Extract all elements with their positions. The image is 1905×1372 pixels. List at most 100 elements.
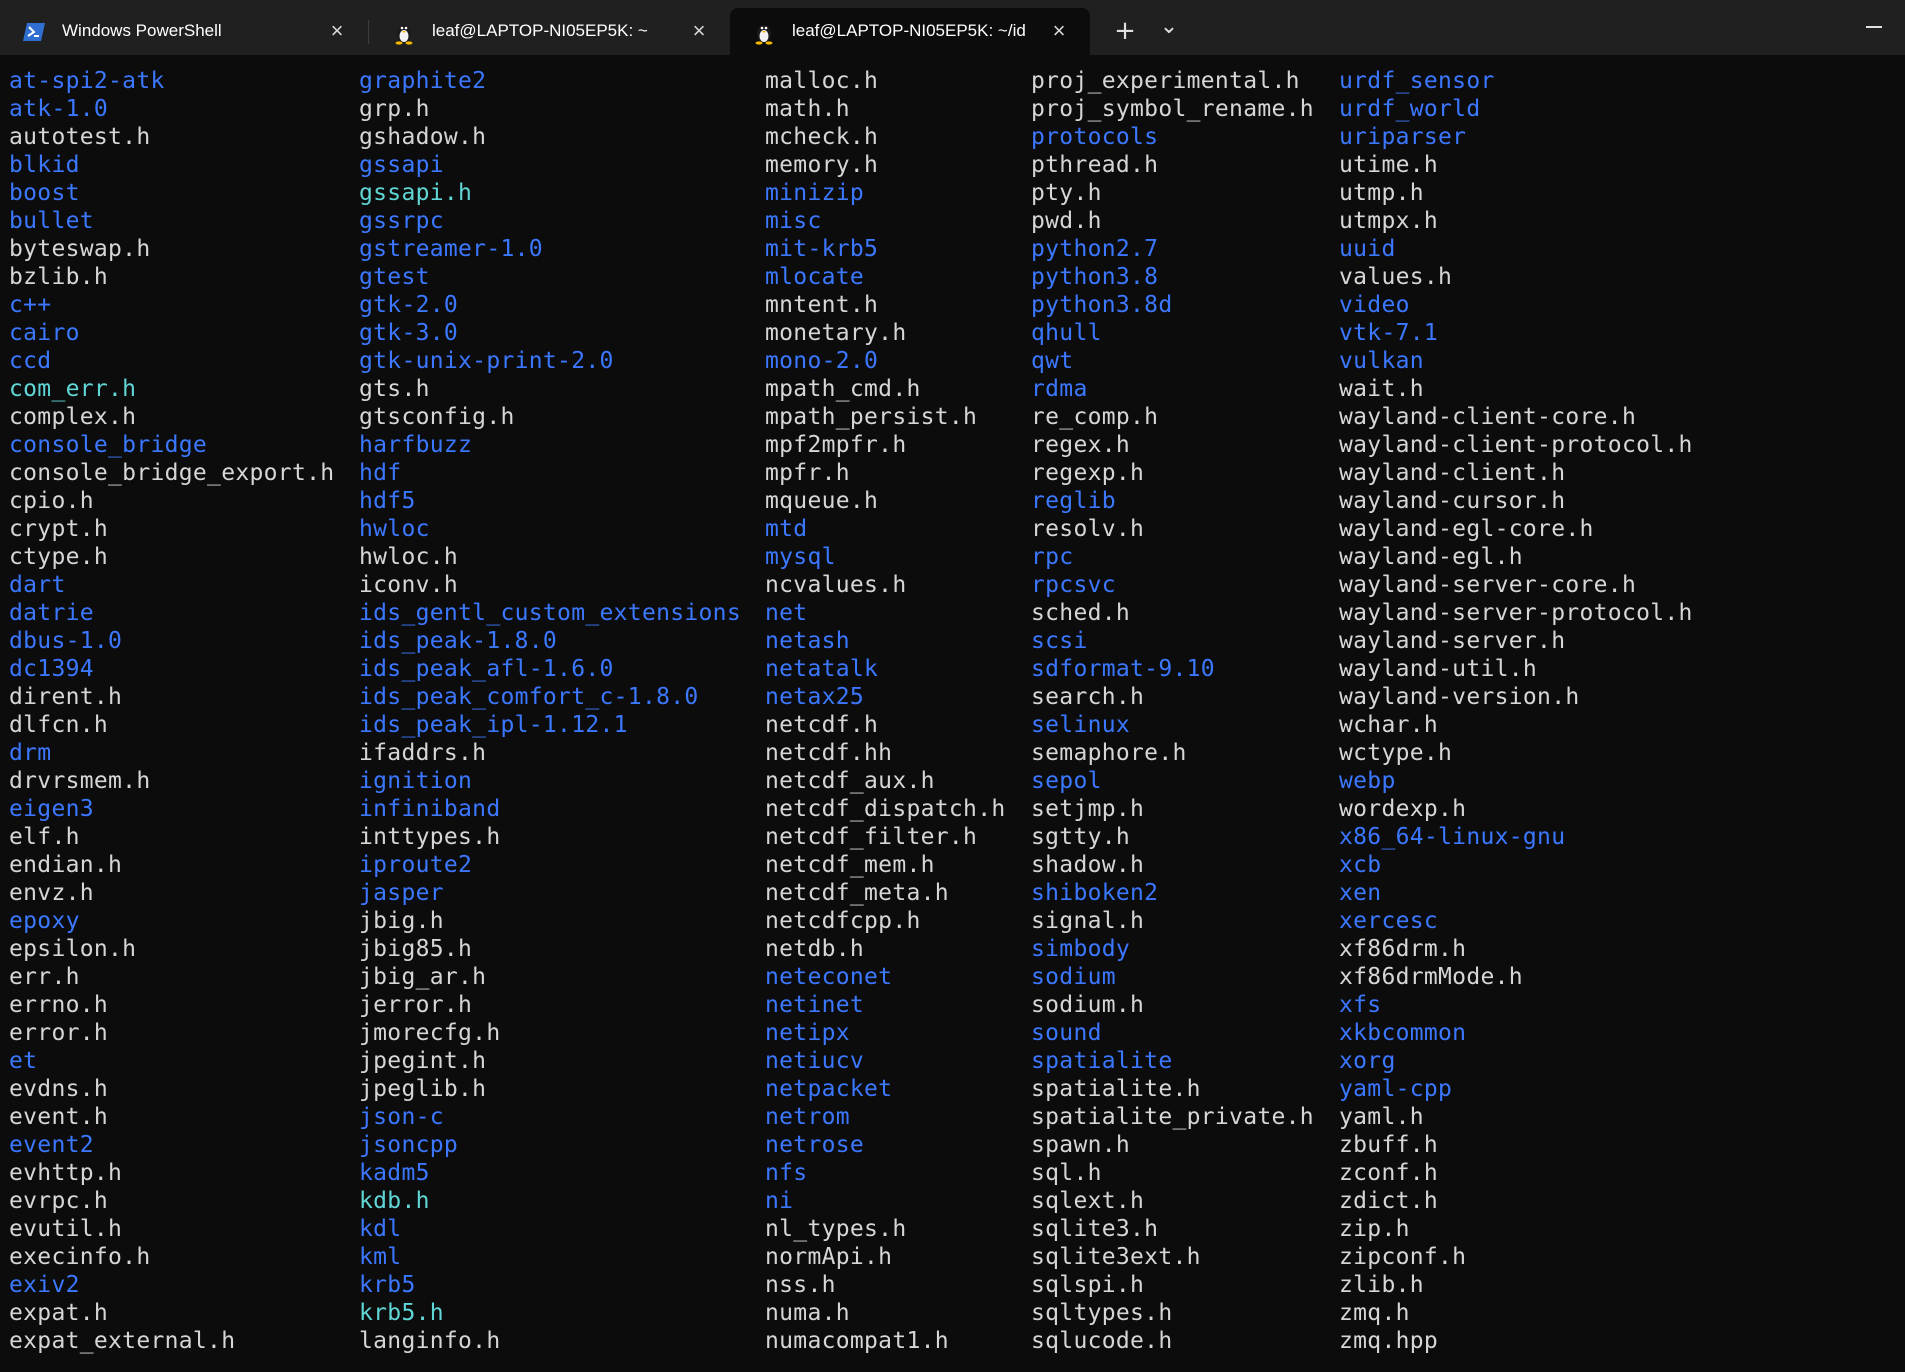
- file-entry: netcdfcpp.h: [765, 908, 921, 934]
- file-entry: grp.h: [359, 96, 430, 122]
- file-entry: sqlext.h: [1031, 1188, 1145, 1214]
- directory-entry: event2: [9, 1132, 94, 1158]
- directory-entry: mysql: [765, 544, 836, 570]
- linux-penguin-icon: [752, 21, 776, 45]
- file-entry: jbig_ar.h: [359, 964, 487, 990]
- tab-title: leaf@LAPTOP-NI05EP5K: ~/id: [792, 21, 1026, 40]
- file-entry: normApi.h: [765, 1244, 893, 1270]
- directory-entry: console_bridge: [9, 432, 208, 458]
- file-entry: wctype.h: [1339, 740, 1453, 766]
- directory-entry: boost: [9, 180, 80, 206]
- directory-entry: xercesc: [1339, 908, 1439, 934]
- directory-entry: mtd: [765, 516, 808, 542]
- directory-entry: rdma: [1031, 376, 1088, 402]
- file-entry: hwloc.h: [359, 544, 459, 570]
- file-entry-highlighted: gssapi.h: [359, 180, 473, 206]
- directory-entry: sodium: [1031, 964, 1116, 990]
- directory-entry: eigen3: [9, 796, 94, 822]
- file-entry: ctype.h: [9, 544, 109, 570]
- file-entry: sodium.h: [1031, 992, 1145, 1018]
- close-tab-icon[interactable]: ×: [324, 18, 350, 44]
- file-entry: zmq.hpp: [1339, 1328, 1439, 1354]
- minimize-button[interactable]: [1856, 12, 1896, 42]
- close-tab-icon[interactable]: ×: [686, 18, 712, 44]
- directory-entry: json-c: [359, 1104, 444, 1130]
- file-entry: wait.h: [1339, 376, 1424, 402]
- file-entry: zdict.h: [1339, 1188, 1439, 1214]
- directory-entry: harfbuzz: [359, 432, 473, 458]
- file-entry: mcheck.h: [765, 124, 879, 150]
- directory-entry: misc: [765, 208, 822, 234]
- file-entry: evhttp.h: [9, 1160, 123, 1186]
- directory-entry: video: [1339, 292, 1410, 318]
- file-entry: wordexp.h: [1339, 796, 1467, 822]
- directory-entry: gstreamer-1.0: [359, 236, 543, 262]
- file-entry: envz.h: [9, 880, 94, 906]
- file-entry: proj_symbol_rename.h: [1031, 96, 1314, 122]
- directory-entry: netrose: [765, 1132, 865, 1158]
- directory-entry: sound: [1031, 1020, 1102, 1046]
- directory-entry: uuid: [1339, 236, 1396, 262]
- file-entry: zlib.h: [1339, 1272, 1424, 1298]
- file-entry: mntent.h: [765, 292, 879, 318]
- directory-entry: python3.8: [1031, 264, 1159, 290]
- file-entry: inttypes.h: [359, 824, 501, 850]
- file-entry-highlighted: krb5.h: [359, 1300, 444, 1326]
- file-entry: utmpx.h: [1339, 208, 1439, 234]
- file-entry: utmp.h: [1339, 180, 1424, 206]
- directory-entry: drm: [9, 740, 52, 766]
- file-entry: re_comp.h: [1031, 404, 1159, 430]
- file-entry: jerror.h: [359, 992, 473, 1018]
- directory-entry: ids_peak_comfort_c-1.8.0: [359, 684, 699, 710]
- file-entry: spatialite.h: [1031, 1076, 1201, 1102]
- directory-entry: blkid: [9, 152, 80, 178]
- tab-leaf-id[interactable]: leaf@LAPTOP-NI05EP5K: ~/id ×: [730, 8, 1090, 55]
- directory-entry: krb5: [359, 1272, 416, 1298]
- directory-entry: mlocate: [765, 264, 865, 290]
- file-entry: setjmp.h: [1031, 796, 1145, 822]
- file-entry: memory.h: [765, 152, 879, 178]
- file-entry: jmorecfg.h: [359, 1020, 501, 1046]
- file-entry: dlfcn.h: [9, 712, 109, 738]
- directory-entry: atk-1.0: [9, 96, 109, 122]
- directory-entry: rpc: [1031, 544, 1074, 570]
- directory-entry: gssrpc: [359, 208, 444, 234]
- directory-entry: reglib: [1031, 488, 1116, 514]
- directory-entry: python2.7: [1031, 236, 1159, 262]
- tab-dropdown-chevron-icon[interactable]: ⌄: [1152, 14, 1186, 48]
- file-entry: numacompat1.h: [765, 1328, 949, 1354]
- title-bar: Windows PowerShell × leaf@LAPTOP-NI05EP5…: [0, 0, 1905, 55]
- file-entry: netcdf_aux.h: [765, 768, 935, 794]
- tab-windows-powershell[interactable]: Windows PowerShell ×: [0, 8, 362, 55]
- directory-entry: urdf_sensor: [1339, 68, 1495, 94]
- file-entry: ncvalues.h: [765, 572, 907, 598]
- file-entry: pwd.h: [1031, 208, 1102, 234]
- file-entry: sqlite3.h: [1031, 1216, 1159, 1242]
- tab-leaf-home[interactable]: leaf@LAPTOP-NI05EP5K: ~ ×: [370, 8, 730, 55]
- directory-entry: kml: [359, 1244, 402, 1270]
- directory-entry: epoxy: [9, 908, 80, 934]
- tab-title: leaf@LAPTOP-NI05EP5K: ~: [432, 21, 648, 40]
- file-entry: elf.h: [9, 824, 80, 850]
- file-entry: autotest.h: [9, 124, 151, 150]
- directory-entry: ids_peak_afl-1.6.0: [359, 656, 614, 682]
- directory-entry: x86_64-linux-gnu: [1339, 824, 1566, 850]
- directory-entry: netrom: [765, 1104, 850, 1130]
- file-entry: zmq.h: [1339, 1300, 1410, 1326]
- close-tab-icon[interactable]: ×: [1046, 18, 1072, 44]
- new-tab-button[interactable]: +: [1108, 14, 1142, 48]
- listing-column-4: proj_experimental.h proj_symbol_rename.h p…: [1031, 67, 1314, 1355]
- file-entry: jbig.h: [359, 908, 444, 934]
- file-entry: jpeglib.h: [359, 1076, 487, 1102]
- terminal-output[interactable]: at-spi2-atk atk-1.0 autotest.h blkid boost bu…: [0, 55, 1905, 1372]
- directory-entry: cairo: [9, 320, 80, 346]
- file-entry: gshadow.h: [359, 124, 487, 150]
- directory-entry: hdf5: [359, 488, 416, 514]
- directory-entry: neteconet: [765, 964, 893, 990]
- file-entry: xf86drm.h: [1339, 936, 1467, 962]
- file-entry: netcdf_dispatch.h: [765, 796, 1006, 822]
- file-entry: wayland-server-protocol.h: [1339, 600, 1693, 626]
- directory-entry: ids_gentl_custom_extensions: [359, 600, 741, 626]
- directory-entry: c++: [9, 292, 52, 318]
- directory-entry: xorg: [1339, 1048, 1396, 1074]
